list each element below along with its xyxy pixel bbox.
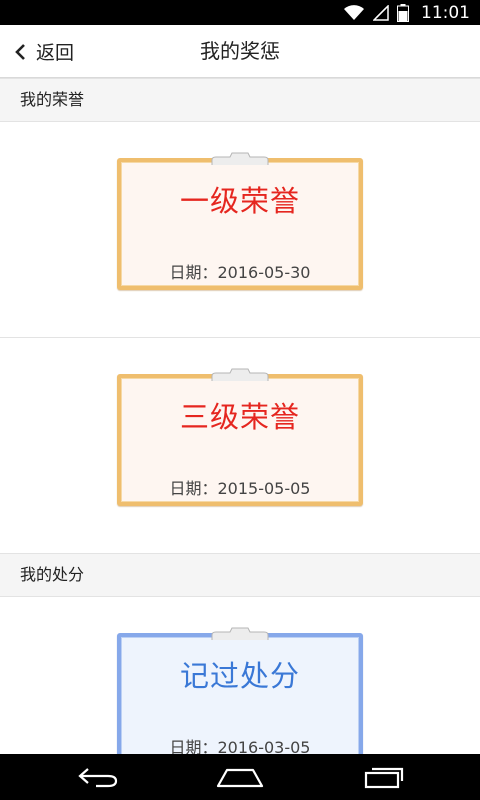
- nav-recents-icon: [364, 767, 404, 789]
- honor-date: 日期：2016-05-30: [169, 263, 311, 282]
- nav-home-button[interactable]: [190, 754, 290, 800]
- nav-recents-button[interactable]: [334, 754, 434, 800]
- punishment-card[interactable]: 记过处分 日期：2016-03-05: [117, 627, 363, 754]
- honor-date: 日期：2015-05-05: [169, 479, 311, 498]
- clip-icon: [211, 152, 269, 165]
- navigation-bar: [0, 754, 480, 800]
- honor-card[interactable]: 一级荣誉 日期：2016-05-30: [117, 152, 363, 290]
- chevron-left-icon: [15, 43, 25, 60]
- wifi-icon: [344, 4, 364, 20]
- row-divider: [0, 337, 480, 338]
- punishment-date: 日期：2016-03-05: [169, 738, 311, 754]
- clip-icon: [211, 627, 269, 640]
- section-header-honors: 我的荣誉: [0, 78, 480, 122]
- nav-back-icon: [78, 768, 118, 788]
- battery-icon: [397, 3, 409, 22]
- back-label: 返回: [36, 42, 75, 64]
- punishment-title: 记过处分: [179, 659, 300, 693]
- clip-icon: [211, 368, 269, 381]
- nav-home-icon: [216, 768, 264, 788]
- honor-card[interactable]: 三级荣誉 日期：2015-05-05: [117, 368, 363, 506]
- title-bar: 返回 我的奖惩: [0, 25, 480, 78]
- nav-back-button[interactable]: [48, 754, 148, 800]
- signal-icon: [373, 4, 389, 21]
- back-button[interactable]: 返回: [0, 25, 110, 78]
- honor-title: 三级荣誉: [179, 400, 300, 434]
- honor-title: 一级荣誉: [179, 184, 300, 218]
- status-bar: 11:01: [0, 0, 480, 25]
- content-scroll[interactable]: 我的荣誉 一级荣誉 日期：2016-05-30 三级荣誉 日期：2015-05-…: [0, 78, 480, 754]
- status-time: 11:01: [421, 2, 470, 23]
- section-header-punishments: 我的处分: [0, 553, 480, 597]
